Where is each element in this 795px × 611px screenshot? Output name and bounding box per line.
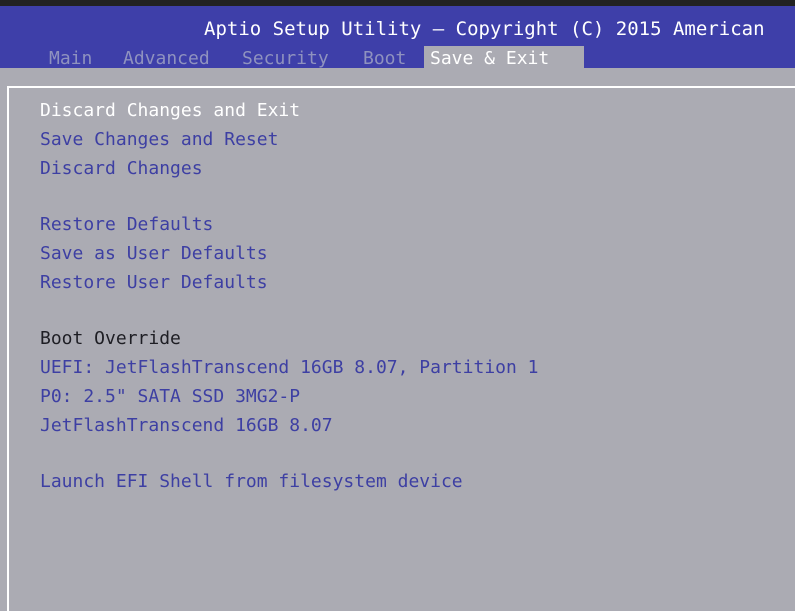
tab-save-exit[interactable]: Save & Exit — [424, 46, 584, 72]
discard-changes-and-exit-option[interactable]: Discard Changes and Exit — [40, 100, 300, 121]
tab-advanced[interactable]: Advanced — [117, 46, 216, 72]
tab-bar: Main Advanced Security Boot Save & Exit — [0, 46, 795, 72]
tab-security[interactable]: Security — [236, 46, 335, 72]
boot-option-usb[interactable]: JetFlashTranscend 16GB 8.07 — [40, 415, 333, 436]
save-changes-and-reset-option[interactable]: Save Changes and Reset — [40, 129, 278, 150]
launch-efi-shell-option[interactable]: Launch EFI Shell from filesystem device — [40, 471, 463, 492]
boot-option-uefi-usb[interactable]: UEFI: JetFlashTranscend 16GB 8.07, Parti… — [40, 357, 539, 378]
tab-main[interactable]: Main — [43, 46, 98, 72]
tab-boot[interactable]: Boot — [357, 46, 412, 72]
restore-defaults-option[interactable]: Restore Defaults — [40, 214, 213, 235]
discard-changes-option[interactable]: Discard Changes — [40, 158, 203, 179]
restore-user-defaults-option[interactable]: Restore User Defaults — [40, 272, 268, 293]
save-as-user-defaults-option[interactable]: Save as User Defaults — [40, 243, 268, 264]
boot-option-sata-ssd[interactable]: P0: 2.5" SATA SSD 3MG2-P — [40, 386, 300, 407]
utility-title: Aptio Setup Utility – Copyright (C) 2015… — [204, 18, 765, 40]
boot-override-heading: Boot Override — [40, 328, 181, 349]
header-bar: Aptio Setup Utility – Copyright (C) 2015… — [0, 6, 795, 72]
menu-panel: Discard Changes and Exit Save Changes an… — [7, 86, 795, 611]
